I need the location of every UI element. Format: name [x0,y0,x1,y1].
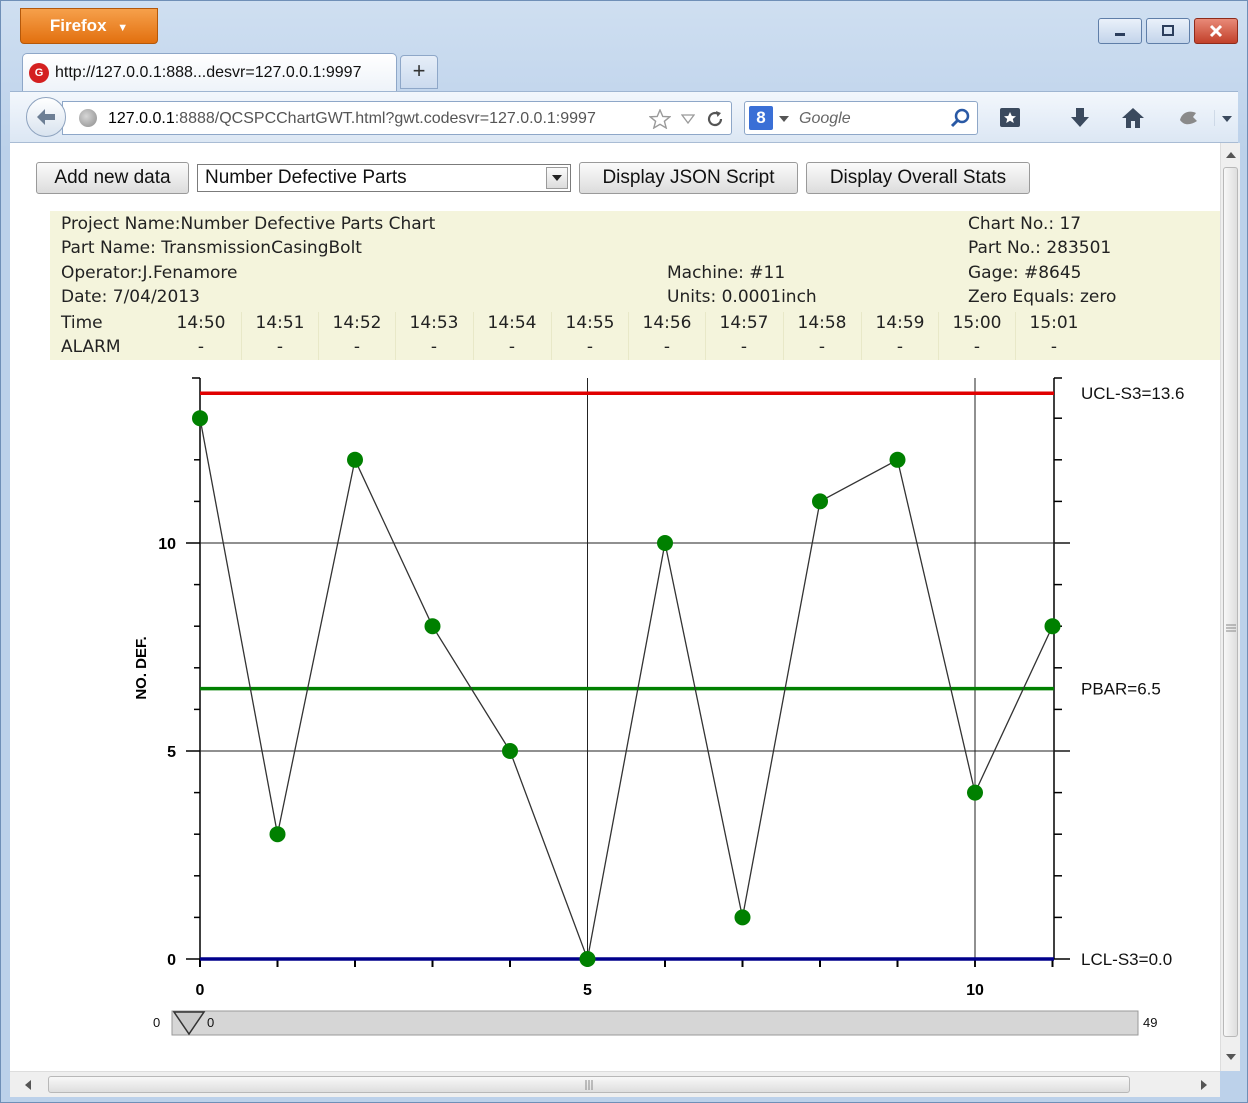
y-tick-label: 0 [167,952,176,969]
y-tick-label: 10 [158,536,176,553]
y-tick-label: 5 [167,744,176,761]
data-point [734,909,751,926]
data-point [424,618,441,635]
vertical-scroll-thumb[interactable] [1223,167,1238,1037]
slider-value-label: 0 [207,1015,214,1030]
control-chart: 0 5 10 0 5 10 UCL-S3=13.6 PBAR=6.5 LCL-S3=0.0 NO.… [133,377,1184,1036]
data-point [967,784,983,801]
y-axis-title: NO. DEF. [133,636,150,699]
data-point [889,451,906,468]
range-slider-track[interactable] [171,1010,1139,1036]
pbar-line-label: PBAR=6.5 [1081,680,1161,699]
grip-icon [585,1080,593,1090]
data-point [192,410,208,427]
data-point [657,535,673,551]
ucl-line-label: UCL-S3=13.6 [1081,384,1184,403]
vertical-scrollbar[interactable] [1220,143,1240,1071]
data-point [1044,618,1061,635]
horizontal-scrollbar[interactable] [10,1071,1220,1097]
data-point [502,743,518,759]
x-tick-label: 5 [583,982,592,999]
data-point [812,493,828,510]
slider-min-label: 0 [153,1015,160,1030]
x-tick-label: 10 [966,982,984,999]
scroll-down-icon[interactable] [1225,1053,1237,1061]
scroll-right-icon[interactable] [1200,1079,1208,1091]
lcl-line-label: LCL-S3=0.0 [1081,950,1172,969]
data-point [347,451,363,468]
x-tick-label: 0 [196,982,205,999]
data-point [579,951,596,967]
horizontal-scroll-thumb[interactable] [48,1076,1130,1093]
scroll-up-icon[interactable] [1225,151,1237,159]
grip-icon [1226,624,1236,632]
slider-max-label: 49 [1143,1015,1157,1030]
scroll-left-icon[interactable] [24,1079,32,1091]
data-point [269,826,286,843]
